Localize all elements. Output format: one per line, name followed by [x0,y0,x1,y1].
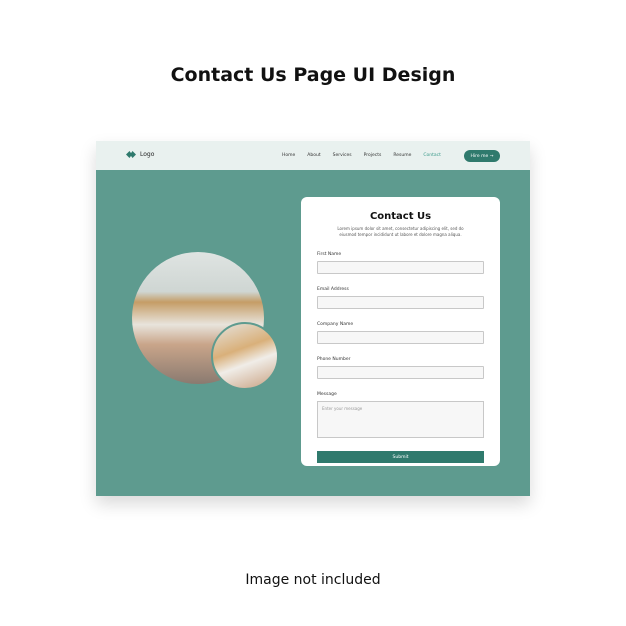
nav-projects[interactable]: Projects [364,153,382,158]
nav-contact[interactable]: Contact [423,153,441,158]
form-description: Lorem ipsum dolor sit amet, consectetur … [337,226,464,237]
logo-icon [126,151,136,158]
nav-about[interactable]: About [307,153,320,158]
message-textarea[interactable]: Enter your message [317,401,484,438]
logo-text: Logo [140,151,155,158]
company-input[interactable] [317,331,484,344]
form-title: Contact Us [369,211,432,222]
nav-home[interactable]: Home [282,153,295,158]
nav-services[interactable]: Services [333,153,352,158]
email-label: Email Address [317,287,349,292]
nav-resume[interactable]: Resume [393,153,411,158]
company-label: Company Name [317,322,354,327]
first-name-label: First Name [317,252,342,257]
phone-label: Phone Number [317,357,351,362]
logo[interactable]: Logo [126,151,154,158]
contact-form: Contact Us Lorem ipsum dolor sit amet, c… [301,197,500,466]
navbar: Logo Home About Services Projects Resume… [96,141,530,170]
first-name-input[interactable] [317,261,484,274]
submit-button[interactable]: Submit [317,451,484,463]
email-input[interactable] [317,296,484,309]
website-mockup: Logo Home About Services Projects Resume… [96,141,530,496]
page-heading: Contact Us Page UI Design [170,64,456,86]
nav-links: Home About Services Projects Resume Cont… [282,153,441,158]
footer-note: Image not included [245,572,381,588]
phone-photo [211,322,279,390]
hire-me-button[interactable]: Hire me → [464,150,500,162]
phone-input[interactable] [317,366,484,379]
main-section: Contact Us Lorem ipsum dolor sit amet, c… [96,170,530,496]
message-label: Message [317,392,337,397]
